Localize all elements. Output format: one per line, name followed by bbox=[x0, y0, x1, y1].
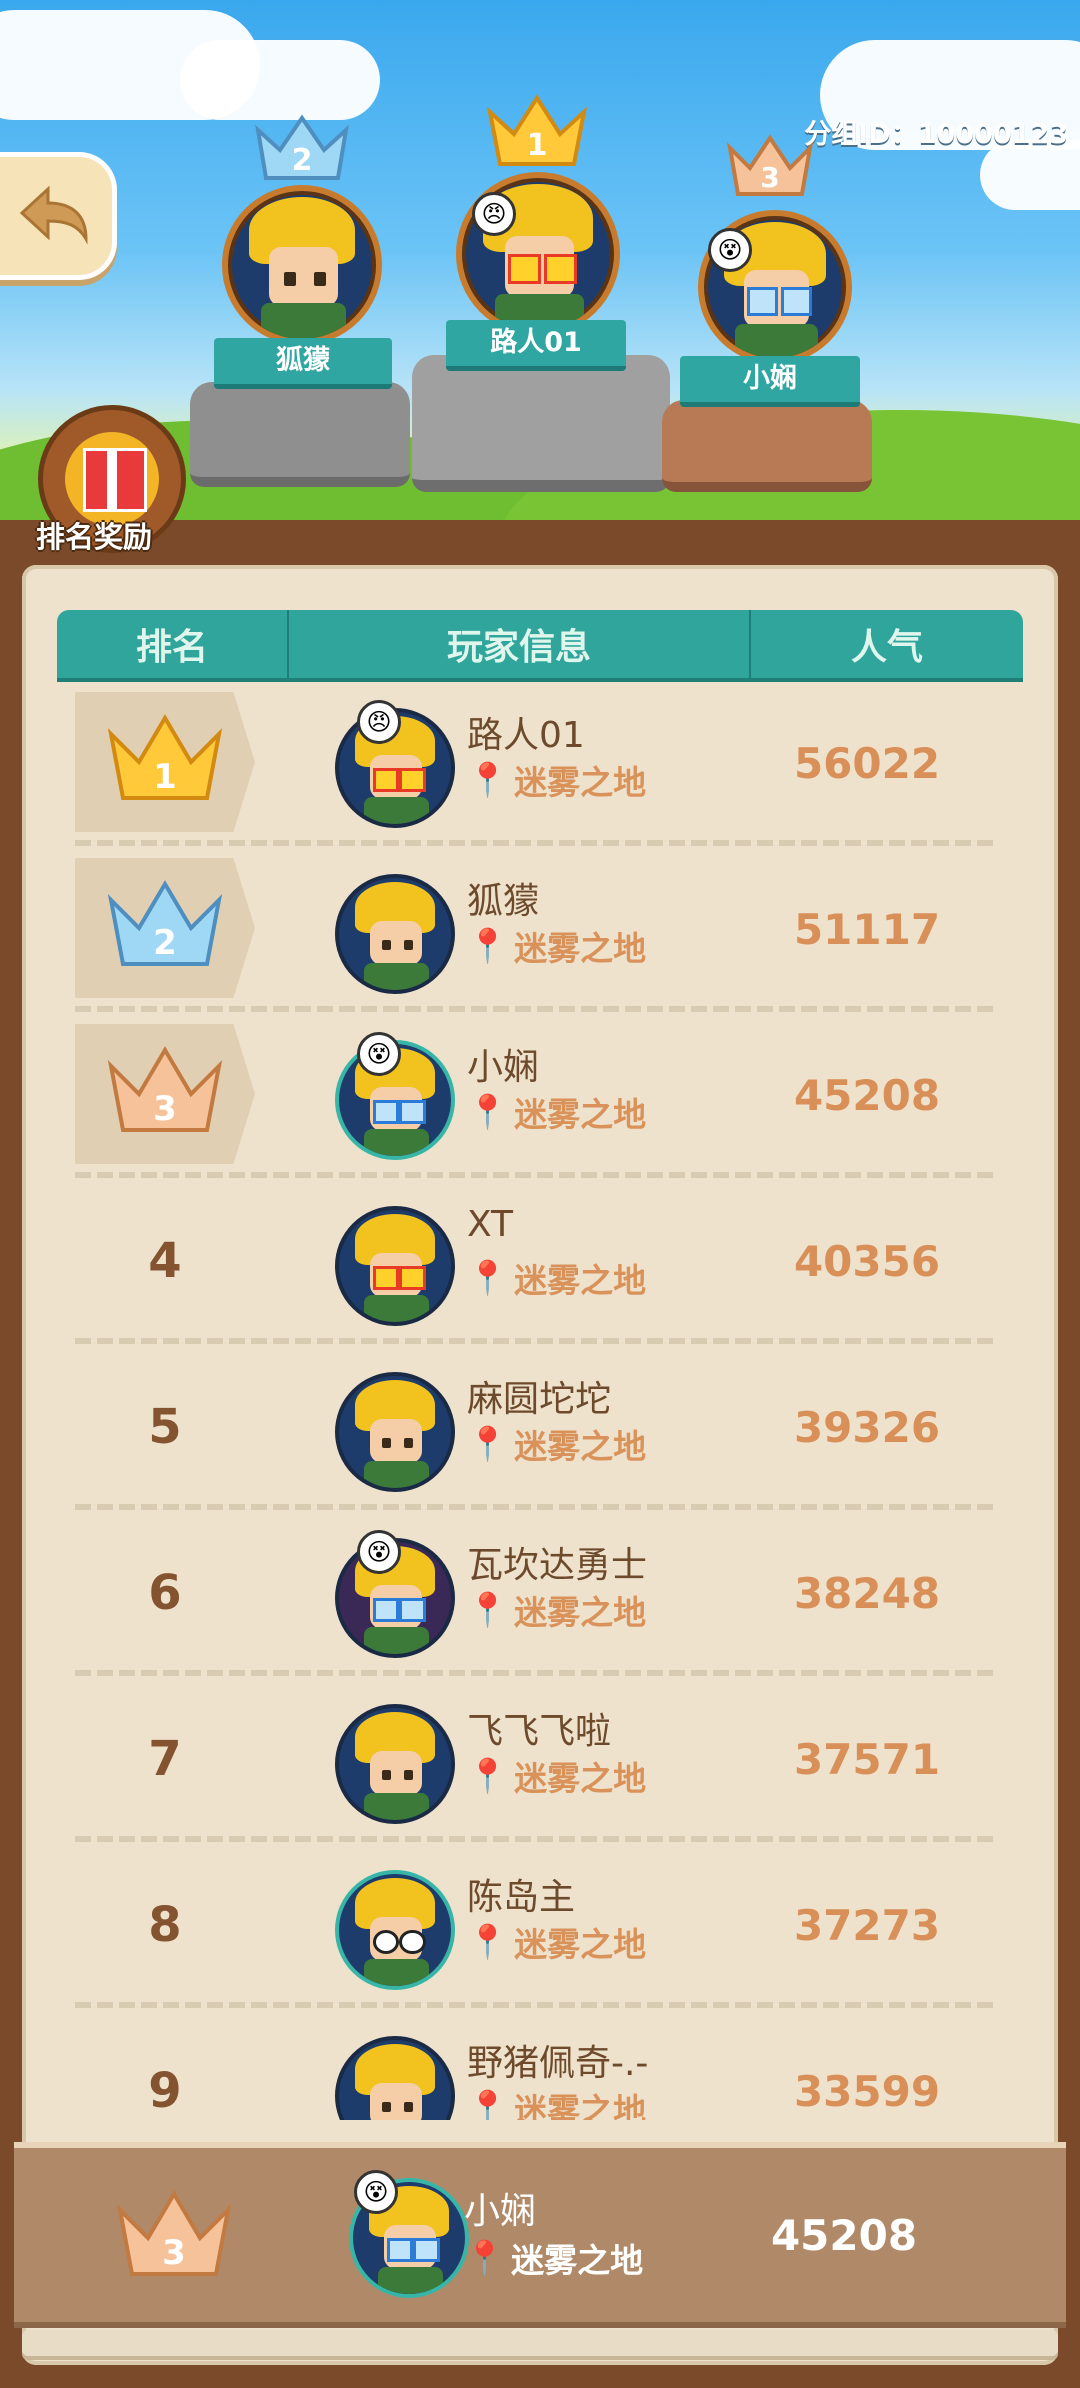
my-player-name: 小娴 bbox=[464, 2191, 537, 2232]
avatar[interactable] bbox=[335, 1372, 455, 1492]
bronze-crown-icon: 3 bbox=[726, 134, 814, 196]
rank-number: 9 bbox=[148, 2063, 182, 2119]
popularity-score: 33599 bbox=[793, 2066, 941, 2116]
player-location: 迷雾之地 bbox=[514, 1427, 647, 1466]
podium-name-3: 小娴 bbox=[680, 356, 860, 407]
player-name: 野猪佩奇-.- bbox=[467, 2043, 649, 2084]
player-location: 迷雾之地 bbox=[514, 1095, 647, 1134]
podium-name-2: 狐獴 bbox=[214, 338, 392, 389]
avatar[interactable] bbox=[335, 874, 455, 994]
leaderboard-list[interactable]: 1 😠 路人01 📍迷雾之地 56022 2 狐獴 📍迷雾之地 51117 bbox=[57, 680, 1023, 2120]
player-location: 迷雾之地 bbox=[514, 1925, 647, 1964]
avatar[interactable] bbox=[335, 1206, 455, 1326]
location-pin-icon: 📍 bbox=[467, 1590, 509, 1629]
back-button[interactable] bbox=[0, 152, 117, 280]
dizzy-emote-icon: 😵 bbox=[357, 1032, 401, 1076]
my-popularity-score: 45208 bbox=[770, 2210, 918, 2260]
rank-number: 8 bbox=[148, 1897, 182, 1953]
my-location: 迷雾之地 bbox=[511, 2241, 644, 2280]
player-name: 路人01 bbox=[467, 715, 585, 756]
table-row[interactable]: 6 😵 瓦坎达勇士 📍 迷雾之地 38248 bbox=[57, 1510, 1023, 1676]
gold-crown-icon: 1 bbox=[486, 94, 588, 166]
bottom-divider bbox=[22, 2330, 1058, 2356]
my-ranking-row[interactable]: 3 😵 小娴 📍 迷雾之地 45208 bbox=[14, 2142, 1066, 2328]
player-name: 瓦坎达勇士 bbox=[467, 1545, 648, 1586]
svg-text:3: 3 bbox=[162, 2233, 186, 2273]
podium-name-1: 路人01 bbox=[446, 320, 626, 371]
table-row[interactable]: 7 飞飞飞啦 📍 迷雾之地 37571 bbox=[57, 1676, 1023, 1842]
player-location: 迷雾之地 bbox=[514, 763, 647, 802]
location-pin-icon: 📍 bbox=[464, 2238, 506, 2277]
back-arrow-icon bbox=[19, 185, 88, 245]
svg-text:3: 3 bbox=[760, 161, 779, 194]
location-pin-icon: 📍 bbox=[467, 1424, 509, 1463]
player-location: 迷雾之地 bbox=[514, 1593, 647, 1632]
avatar[interactable] bbox=[335, 2036, 455, 2120]
player-name: XT bbox=[467, 1204, 514, 1245]
header-popularity: 人气 bbox=[850, 627, 923, 668]
player-name: 小娴 bbox=[467, 1047, 540, 1088]
svg-text:2: 2 bbox=[153, 923, 177, 963]
avatar[interactable] bbox=[335, 1704, 455, 1824]
angry-emote-icon: 😠 bbox=[357, 700, 401, 744]
player-name: 狐獴 bbox=[467, 881, 540, 922]
table-row[interactable]: 5 麻圆坨坨 📍 迷雾之地 39326 bbox=[57, 1344, 1023, 1510]
svg-text:2: 2 bbox=[292, 143, 313, 178]
podium-avatar-2[interactable] bbox=[222, 185, 382, 345]
angry-emote-icon: 😠 bbox=[472, 192, 516, 236]
gold-crown-icon: 1 bbox=[107, 714, 223, 800]
popularity-score: 38248 bbox=[793, 1568, 941, 1618]
podium-scene: 分组ID：10000123 2 狐獴 1 😠 路人01 3 😵 小娴 bbox=[0, 0, 1080, 560]
table-row[interactable]: 4 XT 📍 迷雾之地 40356 bbox=[57, 1178, 1023, 1344]
dizzy-emote-icon: 😵 bbox=[708, 228, 752, 272]
header-rank: 排名 bbox=[57, 610, 289, 678]
player-name: 麻圆坨坨 bbox=[467, 1379, 612, 1420]
header-player-info: 玩家信息 bbox=[289, 610, 751, 678]
location-pin-icon: 📍 bbox=[467, 1092, 509, 1131]
player-location: 迷雾之地 bbox=[514, 1261, 647, 1300]
location-pin-icon: 📍 bbox=[467, 1922, 509, 1961]
svg-text:1: 1 bbox=[527, 128, 548, 163]
svg-text:1: 1 bbox=[153, 757, 177, 797]
player-name: 飞飞飞啦 bbox=[467, 1711, 612, 1752]
popularity-score: 37571 bbox=[793, 1734, 941, 1784]
player-location: 迷雾之地 bbox=[514, 1759, 647, 1798]
rank-number: 6 bbox=[148, 1565, 182, 1621]
table-header: 排名 玩家信息 人气 bbox=[57, 610, 1023, 682]
table-row[interactable]: 3 😵 小娴 📍 迷雾之地 45208 bbox=[57, 1012, 1023, 1178]
popularity-score: 39326 bbox=[793, 1402, 941, 1452]
player-location: 迷雾之地 bbox=[514, 2091, 647, 2120]
rank-number: 5 bbox=[148, 1399, 182, 1455]
group-id-label: 分组ID：10000123 bbox=[804, 119, 1068, 150]
location-pin-icon: 📍 bbox=[467, 1756, 509, 1795]
popularity-score: 40356 bbox=[793, 1236, 941, 1286]
ranking-reward-label: 排名奖励 bbox=[36, 520, 153, 554]
table-row[interactable]: 2 狐獴 📍 迷雾之地 51117 bbox=[57, 846, 1023, 1012]
dizzy-emote-icon: 😵 bbox=[357, 1530, 401, 1574]
table-row[interactable]: 1 😠 路人01 📍 迷雾之地 56022 bbox=[57, 680, 1023, 846]
bronze-crown-icon: 3 bbox=[116, 2190, 232, 2276]
popularity-score: 56022 bbox=[793, 738, 941, 788]
dizzy-emote-icon: 😵 bbox=[354, 2170, 398, 2214]
location-pin-icon: 📍 bbox=[467, 760, 509, 799]
rank-number: 7 bbox=[148, 1731, 182, 1787]
avatar[interactable] bbox=[335, 1870, 455, 1990]
svg-text:3: 3 bbox=[153, 1089, 177, 1129]
location-pin-icon: 📍 bbox=[467, 926, 509, 965]
table-row[interactable]: 9 野猪佩奇-.- 📍 迷雾之地 33599 bbox=[57, 2008, 1023, 2120]
location-pin-icon: 📍 bbox=[467, 2088, 509, 2120]
rank-number: 4 bbox=[148, 1233, 182, 1289]
popularity-score: 37273 bbox=[793, 1900, 941, 1950]
popularity-score: 51117 bbox=[793, 904, 941, 954]
bronze-crown-icon: 3 bbox=[107, 1046, 223, 1132]
popularity-score: 45208 bbox=[793, 1070, 941, 1120]
silver-crown-icon: 2 bbox=[107, 880, 223, 966]
location-pin-icon: 📍 bbox=[467, 1258, 509, 1297]
table-row[interactable]: 8 陈岛主 📍 迷雾之地 37273 bbox=[57, 1842, 1023, 2008]
silver-crown-icon: 2 bbox=[255, 114, 349, 180]
player-location: 迷雾之地 bbox=[514, 929, 647, 968]
player-name: 陈岛主 bbox=[467, 1877, 576, 1918]
